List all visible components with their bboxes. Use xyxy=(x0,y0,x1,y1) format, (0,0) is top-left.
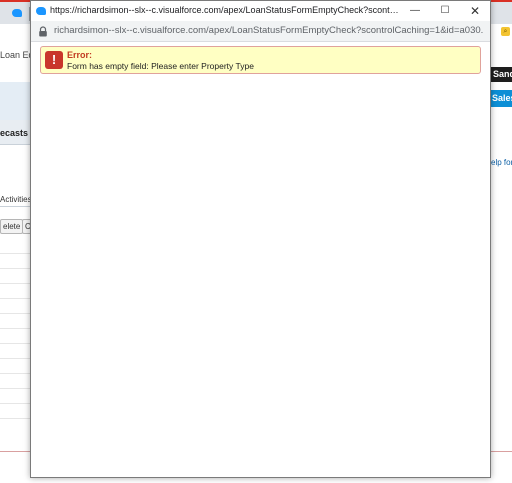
background-help-link[interactable]: elp for xyxy=(491,158,512,167)
salesforce-cloud-icon xyxy=(36,7,46,15)
popup-window: https://richardsimon--slx--c.visualforce… xyxy=(30,0,491,478)
url-text[interactable]: richardsimon--slx--c.visualforce.com/ape… xyxy=(54,25,484,36)
background-sales-app-label[interactable]: Sales xyxy=(491,90,512,107)
background-list-row xyxy=(0,403,30,404)
lock-icon[interactable] xyxy=(38,26,48,37)
background-nav-tab-forecasts[interactable]: ecasts xyxy=(0,128,28,138)
background-bottom-divider xyxy=(0,451,30,452)
error-icon: ! xyxy=(45,51,63,69)
background-list-row xyxy=(0,358,30,359)
background-list-row xyxy=(0,388,30,389)
background-list-row xyxy=(0,253,30,254)
maximize-button[interactable]: ☐ xyxy=(430,1,460,21)
close-button[interactable]: ✕ xyxy=(460,1,490,21)
error-message: Form has empty field: Please enter Prope… xyxy=(67,61,254,71)
divider xyxy=(0,206,30,207)
popup-title-bar[interactable]: https://richardsimon--slx--c.visualforce… xyxy=(31,1,490,21)
background-activities-link[interactable]: Activities xyxy=(0,195,32,204)
background-list-row xyxy=(0,373,30,374)
background-list-row xyxy=(0,343,30,344)
salesforce-cloud-icon[interactable] xyxy=(12,9,22,17)
popup-title: https://richardsimon--slx--c.visualforce… xyxy=(50,5,400,15)
background-list-row xyxy=(0,313,30,314)
background-delete-button[interactable]: elete xyxy=(0,219,24,234)
error-message-box: ! Error: Form has empty field: Please en… xyxy=(40,46,481,74)
background-list-row xyxy=(0,298,30,299)
address-bar[interactable]: richardsimon--slx--c.visualforce.com/ape… xyxy=(31,21,490,42)
background-sandbox-label: Sand xyxy=(491,67,512,82)
search-icon[interactable]: ⌕ xyxy=(501,27,510,36)
popup-page-content: ! Error: Form has empty field: Please en… xyxy=(31,42,490,477)
background-list-row xyxy=(0,283,30,284)
minimize-button[interactable]: — xyxy=(400,1,430,21)
error-title: Error: xyxy=(67,50,93,60)
background-list-row xyxy=(0,328,30,329)
background-list-row xyxy=(0,268,30,269)
background-list-row xyxy=(0,418,30,419)
background-bottom-divider xyxy=(491,451,512,452)
